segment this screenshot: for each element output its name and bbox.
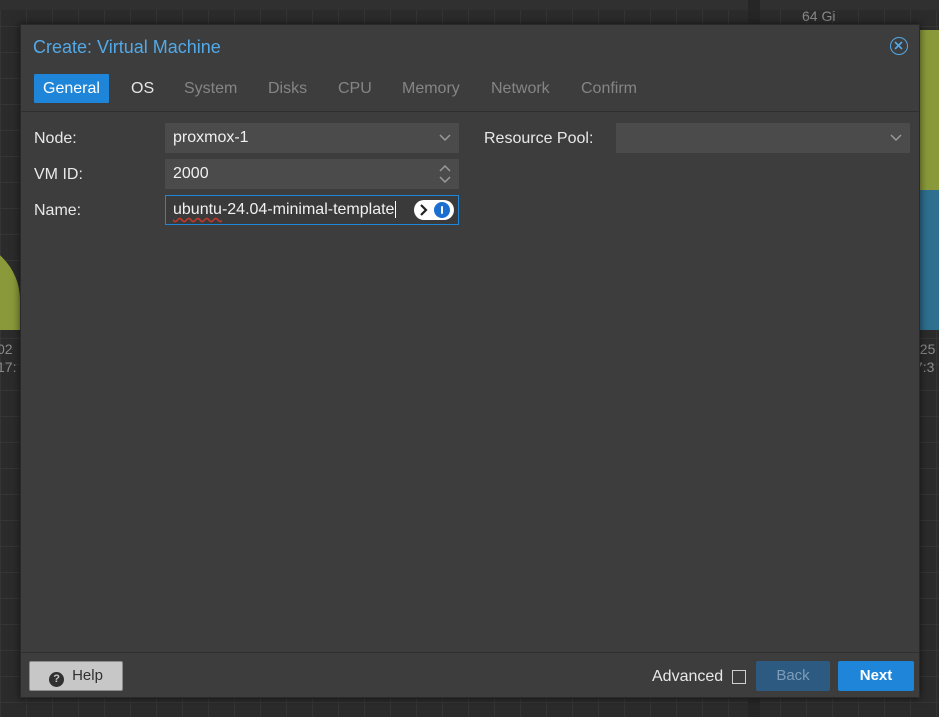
tab-cpu[interactable]: CPU [329, 74, 381, 103]
dialog-header: Create: Virtual Machine [21, 25, 919, 69]
tabs-divider [21, 111, 919, 112]
tab-os[interactable]: OS [122, 74, 163, 103]
background-topbar [0, 0, 939, 10]
password-manager-widget[interactable] [414, 200, 454, 220]
question-circle-icon: ? [49, 672, 65, 687]
tab-network[interactable]: Network [482, 74, 559, 103]
close-button[interactable] [890, 37, 908, 55]
create-vm-dialog: Create: Virtual Machine General OS Syste… [20, 24, 920, 698]
name-label: Name: [34, 202, 82, 219]
dialog-title: Create: Virtual Machine [33, 37, 221, 57]
resource-pool-label: Resource Pool: [484, 130, 594, 147]
name-input[interactable]: ubuntu-24.04-minimal-template [165, 195, 459, 225]
background-chart-right-upper [918, 30, 939, 190]
spinner-arrows-icon[interactable] [439, 164, 451, 184]
chevron-down-icon [439, 134, 451, 142]
tab-confirm[interactable]: Confirm [572, 74, 646, 103]
background-label-left-2: 17: [0, 359, 17, 375]
help-button[interactable]: ? Help [29, 661, 123, 691]
advanced-checkbox[interactable] [732, 670, 746, 684]
help-button-label: Help [72, 667, 103, 684]
resource-pool-select[interactable] [616, 123, 910, 153]
text-caret [395, 201, 397, 219]
node-value: proxmox-1 [173, 129, 249, 146]
node-select[interactable]: proxmox-1 [165, 123, 459, 153]
node-label: Node: [34, 130, 77, 147]
name-value-misspelled: ubuntu [173, 201, 222, 218]
footer-divider [21, 652, 919, 653]
chevron-right-icon [420, 204, 428, 216]
tab-general[interactable]: General [34, 74, 109, 103]
tab-system[interactable]: System [175, 74, 246, 103]
advanced-label: Advanced [652, 668, 724, 685]
vmid-value: 2000 [173, 165, 209, 182]
tab-memory[interactable]: Memory [393, 74, 469, 103]
background-label-memory: 64 Gi [802, 8, 836, 24]
vmid-label: VM ID: [34, 166, 83, 183]
tab-disks[interactable]: Disks [259, 74, 316, 103]
chevron-down-icon [890, 134, 902, 142]
back-button[interactable]: Back [756, 661, 830, 691]
next-button[interactable]: Next [838, 661, 914, 691]
background-label-left-1: 02 [0, 341, 13, 357]
vmid-spinner[interactable]: 2000 [165, 159, 459, 189]
name-value-rest: -24.04-minimal-template [221, 201, 395, 218]
close-icon [894, 41, 903, 50]
password-manager-icon [434, 202, 450, 218]
